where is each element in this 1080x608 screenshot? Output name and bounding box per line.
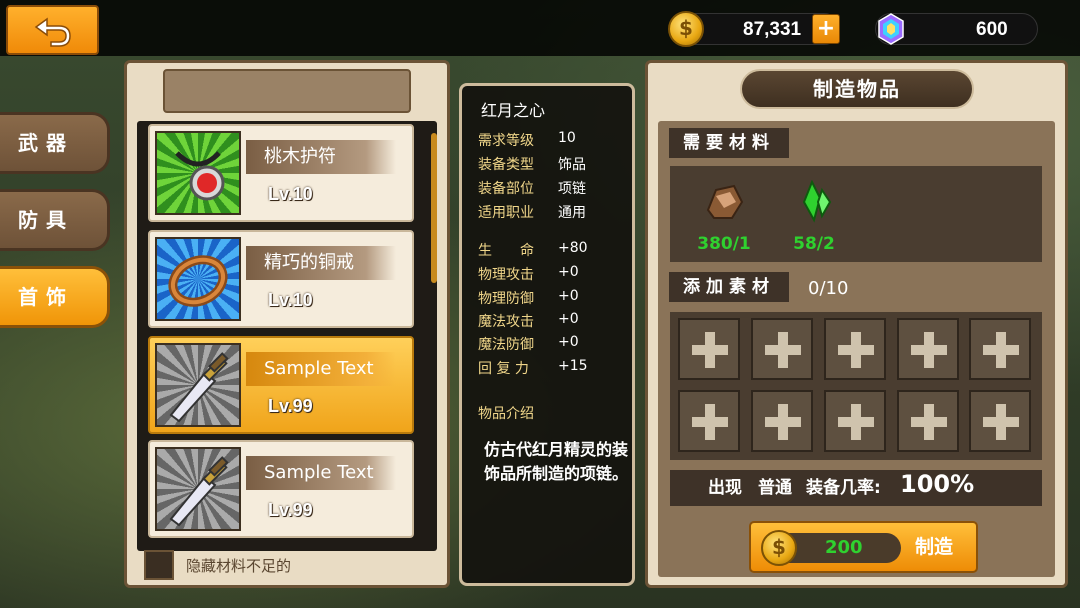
rate-bar: 出现 普通 装备几率: 100% <box>670 470 1042 506</box>
material-slots <box>670 312 1042 460</box>
material-slot[interactable]: 380/1 <box>684 180 764 254</box>
back-button[interactable] <box>6 5 99 55</box>
item-name: Sample Text <box>246 456 396 490</box>
item-title: 红月之心 <box>481 101 546 120</box>
item-info-panel: 红月之心 需求等级 10 装备类型 饰品 装备部位 项链 适用职业 通用 生 命… <box>459 83 635 586</box>
stat-value: +0 <box>558 334 579 350</box>
add-gold-button[interactable]: + <box>812 14 840 44</box>
list-item[interactable]: 桃木护符 Lv.10 <box>148 124 414 222</box>
craft-title: 制造物品 <box>740 69 974 109</box>
add-material-label: 添加素材 <box>669 272 789 302</box>
stat-value: +15 <box>558 358 588 374</box>
add-material-slot[interactable] <box>969 390 1031 452</box>
craft-cost: 200 <box>825 537 863 558</box>
stat-label: 需求等级 <box>478 133 534 149</box>
stat-value: 项链 <box>558 181 586 197</box>
add-material-count: 0/10 <box>808 278 849 299</box>
item-description: 仿古代红月精灵的装饰品所制造的项链。 <box>483 440 628 483</box>
sword-icon <box>155 447 241 531</box>
stat-value: +80 <box>558 240 588 256</box>
item-level: Lv.99 <box>268 396 313 416</box>
back-arrow-icon <box>34 17 71 47</box>
sword-icon <box>155 343 241 427</box>
item-level: Lv.10 <box>268 184 313 204</box>
ring-icon <box>155 237 241 321</box>
stat-label: 回 复 力 <box>478 361 529 377</box>
appear-label: 出现 <box>708 478 742 498</box>
add-material-slot[interactable] <box>751 318 813 380</box>
gold-value: 87,331 <box>743 19 802 40</box>
materials-label: 需要材料 <box>669 128 789 158</box>
stat-value: 10 <box>558 130 576 146</box>
tab-accessory[interactable]: 首饰 <box>0 266 110 328</box>
list-scrollbar[interactable] <box>431 133 437 283</box>
hide-insufficient-checkbox[interactable] <box>144 550 174 580</box>
tab-weapon[interactable]: 武器 <box>0 112 110 174</box>
craft-button-label: 制造 <box>915 536 954 558</box>
stat-label: 装备部位 <box>478 181 534 197</box>
hide-insufficient-label: 隐藏材料不足的 <box>186 557 292 575</box>
stat-label: 物理攻击 <box>478 267 534 283</box>
item-name: 精巧的铜戒 <box>246 246 396 280</box>
gold-coin-icon: $ <box>761 530 797 566</box>
add-material-slot[interactable] <box>751 390 813 452</box>
material-count: 380/1 <box>697 234 751 254</box>
stat-label: 适用职业 <box>478 205 534 221</box>
craft-button[interactable]: $ 200 制造 <box>749 521 978 573</box>
list-item-selected[interactable]: Sample Text Lv.99 <box>148 336 414 434</box>
rainbow-gem-icon <box>878 13 904 45</box>
item-level: Lv.99 <box>268 500 313 520</box>
gold-coin-icon: $ <box>668 11 704 47</box>
add-material-slot[interactable] <box>678 390 740 452</box>
add-material-slot[interactable] <box>969 318 1031 380</box>
list-item[interactable]: Sample Text Lv.99 <box>148 440 414 538</box>
item-name: 桃木护符 <box>246 140 396 174</box>
cost-pill: $ 200 <box>761 530 901 566</box>
material-slot[interactable]: 58/2 <box>774 179 854 254</box>
add-material-slot[interactable] <box>824 390 886 452</box>
rate-value: 100% <box>900 470 975 498</box>
item-name: Sample Text <box>246 352 396 386</box>
list-item[interactable]: 精巧的铜戒 Lv.10 <box>148 230 414 328</box>
stat-label: 魔法防御 <box>478 337 534 353</box>
stat-value: +0 <box>558 264 579 280</box>
list-header <box>163 69 411 113</box>
stat-label: 物理防御 <box>478 291 534 307</box>
add-material-slot[interactable] <box>897 390 959 452</box>
appear-value: 普通 <box>758 478 792 498</box>
materials-box: 380/1 58/2 <box>670 166 1042 262</box>
stat-value: +0 <box>558 311 579 327</box>
add-material-slot[interactable] <box>678 318 740 380</box>
rate-label: 装备几率: <box>806 478 881 498</box>
ore-icon <box>706 184 744 219</box>
stat-label: 生 命 <box>478 243 534 259</box>
stat-label: 魔法攻击 <box>478 314 534 330</box>
stat-value: 通用 <box>558 205 586 221</box>
material-count: 58/2 <box>793 234 835 254</box>
add-material-slot[interactable] <box>897 318 959 380</box>
stat-value: +0 <box>558 288 579 304</box>
description-label: 物品介绍 <box>478 406 534 422</box>
crystal-icon <box>802 179 832 223</box>
gem-value: 600 <box>976 19 1008 40</box>
stat-label: 装备类型 <box>478 157 534 173</box>
tab-armor[interactable]: 防具 <box>0 189 110 251</box>
stat-value: 饰品 <box>558 157 586 173</box>
item-level: Lv.10 <box>268 290 313 310</box>
amulet-icon <box>155 131 241 215</box>
add-material-slot[interactable] <box>824 318 886 380</box>
